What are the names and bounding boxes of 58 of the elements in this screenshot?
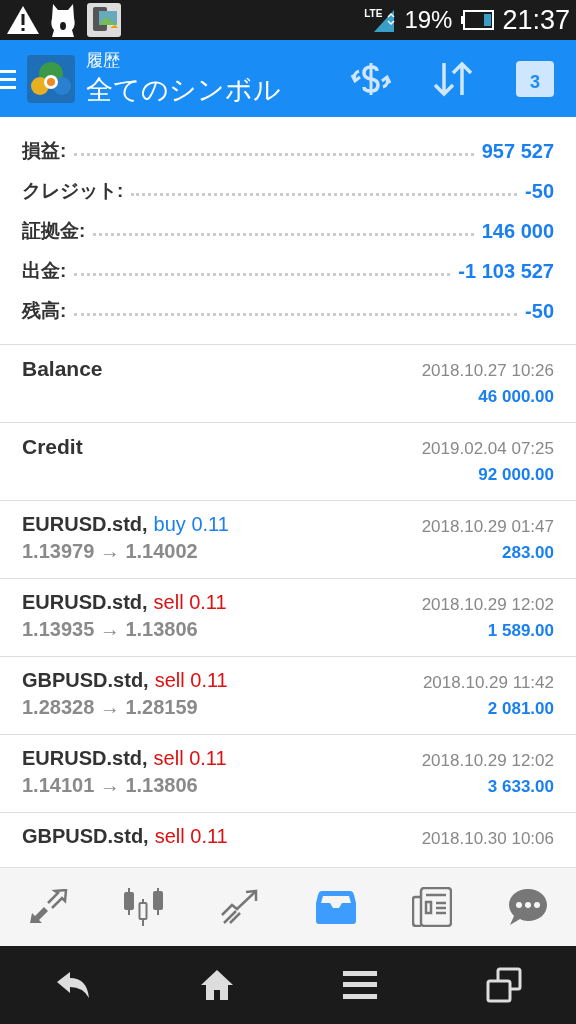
clock: 21:37: [502, 4, 570, 36]
deal-type: Balance: [22, 357, 103, 381]
deal-order: sell 0.11: [153, 591, 227, 614]
deal-symbol: EURUSD.std,: [22, 747, 148, 770]
deal-order: sell 0.11: [154, 669, 228, 692]
deal-prices: 1.13979 → 1.14002: [22, 540, 199, 563]
summary-label: 残高:: [22, 299, 67, 323]
symbol-filter-title[interactable]: 全てのシンボル: [86, 72, 330, 108]
chat-bubble-icon: [508, 888, 548, 926]
inbox-icon: [316, 889, 356, 925]
menu-icon[interactable]: [342, 970, 377, 1000]
summary-value: 146 000: [481, 219, 554, 243]
screen-subtitle: 履歴: [86, 50, 121, 72]
deal-time: 2018.10.29 01:47: [421, 517, 554, 537]
app-logo-icon: [26, 53, 76, 104]
deal-amount: 46 000.00: [478, 387, 554, 407]
home-icon[interactable]: [199, 969, 234, 1001]
deal-symbol: EURUSD.std,: [22, 513, 148, 536]
deal-time: 2019.02.04 07:25: [421, 439, 554, 459]
deal-amount: 3 633.00: [487, 777, 554, 797]
deal-time: 2018.10.27 10:26: [421, 361, 554, 381]
deal-time: 2018.10.29 11:42: [422, 673, 554, 693]
deal-symbol: GBPUSD.std,: [22, 825, 149, 848]
newspaper-icon: [412, 887, 452, 927]
battery-percent: 19%: [404, 6, 453, 34]
trend-arrow-icon: [220, 889, 260, 925]
deal-time: 2018.10.29 12:02: [421, 595, 554, 615]
summary-value: -1 103 527: [458, 259, 554, 283]
deal-time: 2018.10.30 10:06: [421, 829, 554, 849]
deal-amount: 92 000.00: [478, 465, 554, 485]
battery-icon: [460, 10, 495, 30]
deal-prices: 1.14101 → 1.13806: [22, 774, 199, 797]
deal-time: 2018.10.29 12:02: [421, 751, 554, 771]
deal-amount: 283.00: [502, 543, 554, 563]
warning-icon: [6, 5, 40, 35]
deal-amount: 1 589.00: [487, 621, 554, 641]
gallery-app-icon: [86, 2, 122, 38]
calendar-button[interactable]: 3: [494, 60, 576, 97]
summary-label: 損益:: [22, 139, 67, 163]
network-type: LTE: [364, 8, 383, 19]
candlestick-icon: [123, 887, 165, 927]
summary-label: 証拠金:: [22, 219, 86, 243]
deal-prices: 1.13935 → 1.13806: [22, 618, 199, 641]
summary-label: 出金:: [22, 259, 67, 283]
summary-value: -50: [525, 299, 554, 323]
deal-type: Credit: [22, 435, 83, 459]
summary-value: 957 527: [481, 139, 554, 163]
recent-apps-icon[interactable]: [485, 967, 522, 1003]
summary-label: クレジット:: [22, 179, 124, 203]
deal-symbol: EURUSD.std,: [22, 591, 148, 614]
deal-order: sell 0.11: [153, 747, 227, 770]
deal-order: sell 0.11: [154, 825, 228, 848]
deal-symbol: GBPUSD.std,: [22, 669, 149, 692]
deal-order: buy 0.11: [153, 513, 229, 536]
double-arrow-icon: [28, 889, 68, 925]
deal-prices: 1.28328 → 1.28159: [22, 696, 199, 719]
deal-amount: 2 081.00: [487, 699, 554, 719]
summary-value: -50: [525, 179, 554, 203]
